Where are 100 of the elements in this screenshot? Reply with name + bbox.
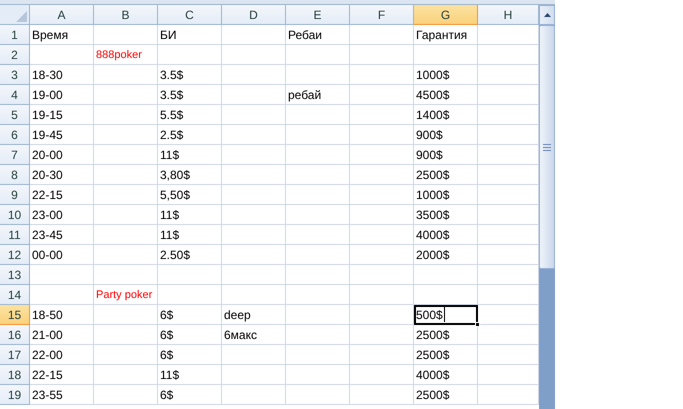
fill-handle[interactable] (475, 322, 480, 327)
empty-cell[interactable] (94, 185, 158, 205)
table-cell[interactable]: 20-00 (30, 145, 94, 165)
table-cell[interactable]: 6$ (158, 305, 222, 325)
table-cell[interactable]: 20-30 (30, 165, 94, 185)
empty-cell[interactable] (94, 65, 158, 85)
empty-cell[interactable] (286, 265, 350, 285)
column-header[interactable]: A (30, 5, 94, 25)
row-header[interactable]: 13 (0, 265, 30, 285)
table-cell[interactable]: 3.5$ (158, 85, 222, 105)
empty-cell[interactable] (286, 205, 350, 225)
table-cell[interactable]: 21-00 (30, 325, 94, 345)
empty-cell[interactable] (350, 205, 414, 225)
empty-cell[interactable] (350, 325, 414, 345)
empty-cell[interactable] (350, 145, 414, 165)
empty-cell[interactable] (94, 85, 158, 105)
empty-cell[interactable] (94, 165, 158, 185)
empty-cell[interactable] (94, 125, 158, 145)
table-cell[interactable]: 900$ (414, 125, 478, 145)
empty-cell[interactable] (222, 65, 286, 85)
empty-cell[interactable] (222, 345, 286, 365)
table-cell[interactable]: 2500$ (414, 345, 478, 365)
row-header[interactable]: 5 (0, 105, 30, 125)
table-cell[interactable]: 6$ (158, 345, 222, 365)
empty-cell[interactable] (222, 245, 286, 265)
empty-cell[interactable] (286, 345, 350, 365)
table-cell[interactable]: 1400$ (414, 105, 478, 125)
row-header[interactable]: 16 (0, 325, 30, 345)
table-cell[interactable]: 18-50 (30, 305, 94, 325)
table-cell[interactable]: 2500$ (414, 165, 478, 185)
empty-cell[interactable] (286, 305, 350, 325)
table-cell[interactable]: 6макс (222, 325, 286, 345)
empty-cell[interactable] (286, 45, 350, 65)
table-cell[interactable]: Ребаи (286, 25, 350, 45)
table-cell[interactable]: Время (30, 25, 94, 45)
column-header[interactable]: G (414, 5, 478, 25)
table-cell[interactable]: 1000$ (414, 65, 478, 85)
empty-cell[interactable] (350, 305, 414, 325)
empty-cell[interactable] (222, 185, 286, 205)
column-header[interactable]: E (286, 5, 350, 25)
table-cell[interactable]: deep (222, 305, 286, 325)
table-cell[interactable]: 3,80$ (158, 165, 222, 185)
empty-cell[interactable] (286, 365, 350, 385)
row-header[interactable]: 6 (0, 125, 30, 145)
table-cell[interactable]: 19-15 (30, 105, 94, 125)
empty-cell[interactable] (94, 25, 158, 45)
empty-cell[interactable] (286, 145, 350, 165)
empty-cell[interactable] (350, 165, 414, 185)
empty-cell[interactable] (350, 45, 414, 65)
row-header[interactable]: 9 (0, 185, 30, 205)
empty-cell[interactable] (350, 245, 414, 265)
vertical-scrollbar[interactable] (539, 5, 555, 409)
column-header[interactable]: C (158, 5, 222, 25)
empty-cell[interactable] (222, 265, 286, 285)
empty-cell[interactable] (350, 225, 414, 245)
empty-cell[interactable] (350, 385, 414, 405)
table-cell[interactable]: БИ (158, 25, 222, 45)
empty-cell[interactable] (94, 305, 158, 325)
table-cell[interactable]: 2000$ (414, 245, 478, 265)
empty-cell[interactable] (286, 165, 350, 185)
table-cell[interactable]: 00-00 (30, 245, 94, 265)
row-header[interactable]: 19 (0, 385, 30, 405)
empty-cell[interactable] (94, 205, 158, 225)
column-header[interactable]: B (94, 5, 158, 25)
table-cell[interactable]: 5,50$ (158, 185, 222, 205)
empty-cell[interactable] (222, 45, 286, 65)
empty-cell[interactable] (350, 25, 414, 45)
empty-cell[interactable] (286, 65, 350, 85)
empty-cell[interactable] (286, 385, 350, 405)
selected-cell[interactable]: 500$ (414, 305, 478, 325)
empty-cell[interactable] (286, 125, 350, 145)
empty-cell[interactable] (222, 165, 286, 185)
table-cell[interactable]: Party poker (94, 285, 158, 305)
table-cell[interactable]: 4000$ (414, 365, 478, 385)
table-cell[interactable]: 22-15 (30, 365, 94, 385)
table-cell[interactable]: 2500$ (414, 385, 478, 405)
empty-cell[interactable] (222, 225, 286, 245)
table-cell[interactable]: 2.50$ (158, 245, 222, 265)
table-cell[interactable]: 5.5$ (158, 105, 222, 125)
table-cell[interactable]: Гарантия (414, 25, 478, 45)
select-all-button[interactable] (0, 5, 30, 25)
empty-cell[interactable] (414, 45, 478, 65)
row-header[interactable]: 3 (0, 65, 30, 85)
empty-cell[interactable] (286, 185, 350, 205)
table-cell[interactable]: 11$ (158, 225, 222, 245)
empty-cell[interactable] (350, 125, 414, 145)
table-cell[interactable]: 23-45 (30, 225, 94, 245)
empty-cell[interactable] (222, 125, 286, 145)
empty-cell[interactable] (286, 285, 350, 305)
table-cell[interactable]: 19-00 (30, 85, 94, 105)
empty-cell[interactable] (94, 225, 158, 245)
empty-cell[interactable] (94, 325, 158, 345)
empty-cell[interactable] (414, 265, 478, 285)
table-cell[interactable]: 4500$ (414, 85, 478, 105)
table-cell[interactable]: 2500$ (414, 325, 478, 345)
empty-cell[interactable] (222, 145, 286, 165)
empty-cell[interactable] (350, 345, 414, 365)
empty-cell[interactable] (158, 45, 222, 65)
table-cell[interactable]: 19-45 (30, 125, 94, 145)
empty-cell[interactable] (222, 285, 286, 305)
